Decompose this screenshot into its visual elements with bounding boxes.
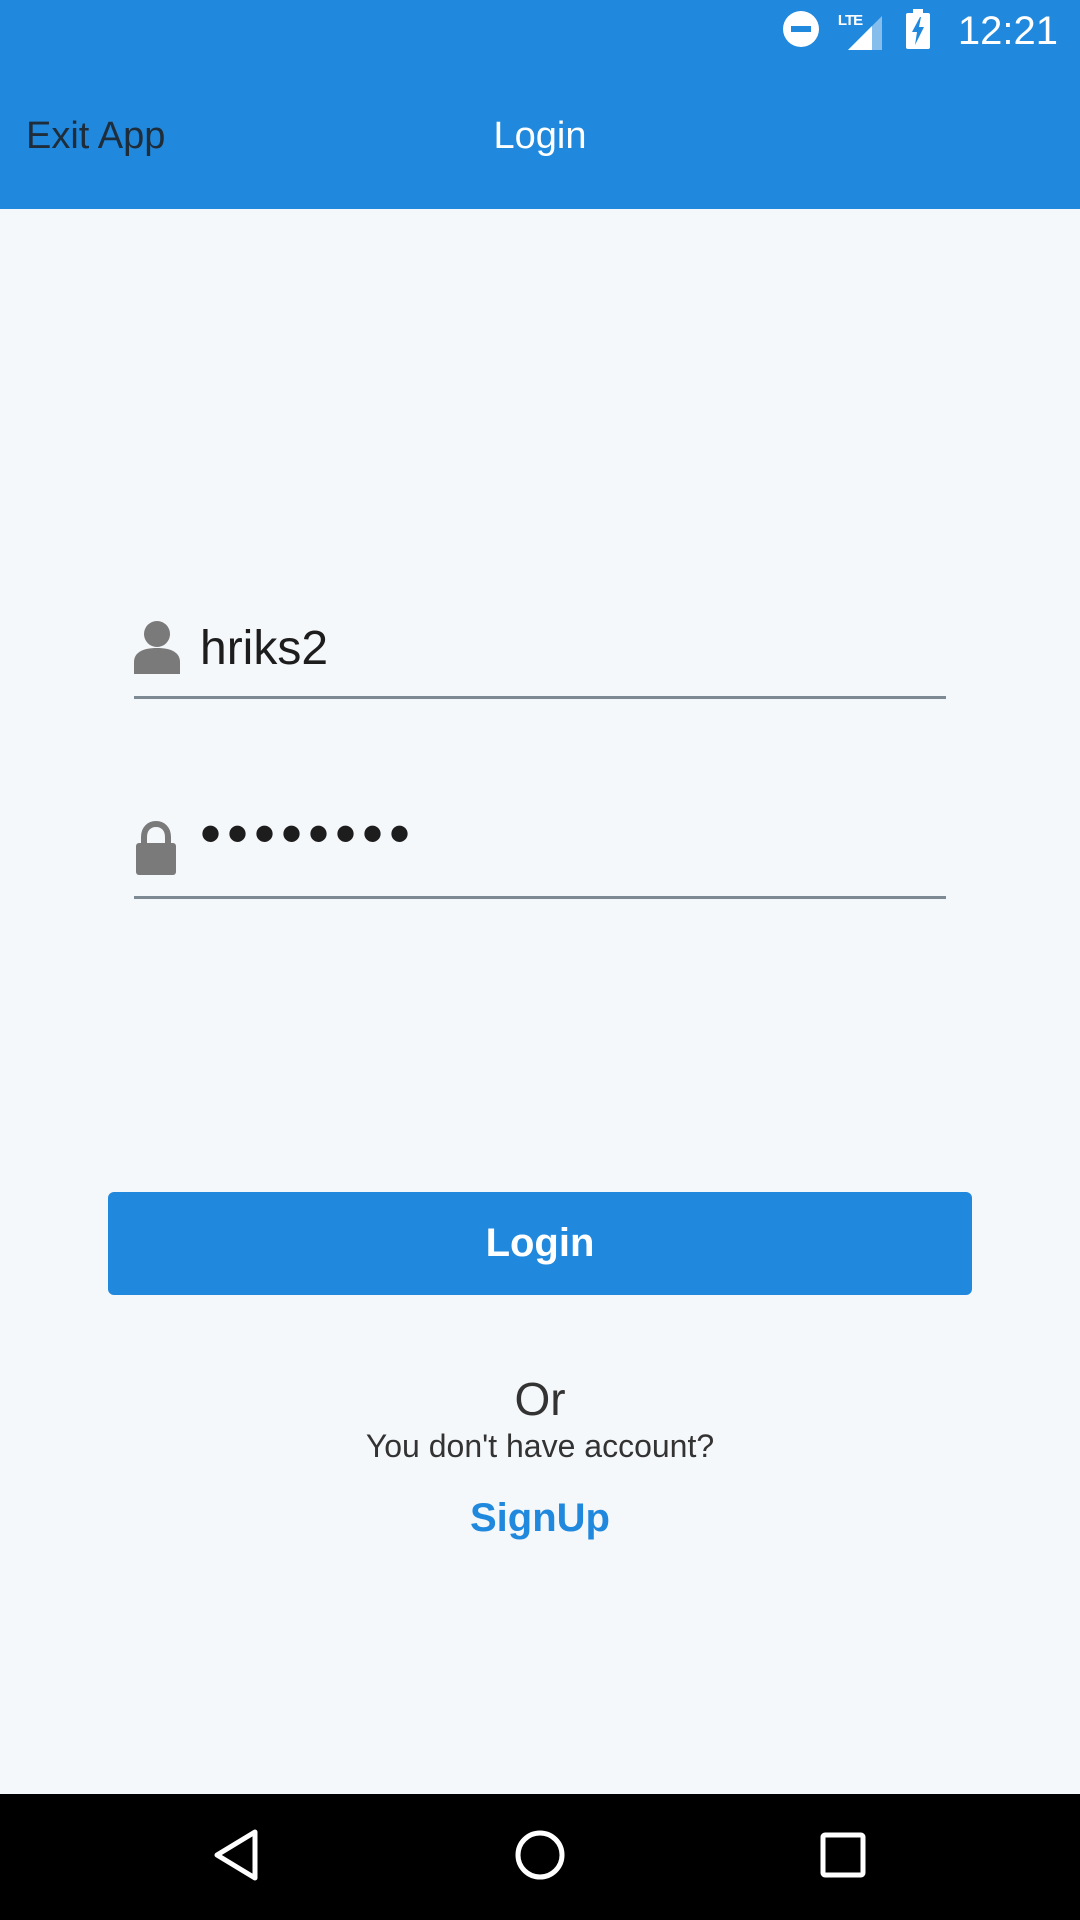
status-bar: LTE 12:21 — [0, 0, 1080, 63]
back-icon — [211, 1828, 261, 1887]
user-icon — [134, 600, 180, 696]
home-icon — [513, 1828, 567, 1887]
signup-link[interactable]: SignUp — [440, 1496, 640, 1541]
or-divider-text: Or — [514, 1373, 566, 1425]
username-input[interactable] — [200, 600, 940, 696]
password-field[interactable]: •••••••• — [134, 800, 946, 899]
navigation-bar — [0, 1794, 1080, 1920]
status-time: 12:21 — [957, 9, 1058, 53]
password-input[interactable]: •••••••• — [200, 800, 416, 868]
toolbar: Login Exit App — [0, 63, 1080, 209]
signal-icon: LTE — [838, 12, 888, 52]
username-field[interactable] — [134, 600, 946, 699]
exit-app-button[interactable]: Exit App — [26, 63, 165, 209]
recents-icon — [818, 1830, 868, 1885]
no-account-text: You don't have account? — [365, 1428, 715, 1464]
lock-icon — [134, 800, 180, 896]
do-not-disturb-icon — [782, 10, 820, 53]
back-button[interactable] — [176, 1794, 296, 1920]
recents-button[interactable] — [783, 1794, 903, 1920]
status-icons: LTE 12:21 — [782, 0, 1058, 63]
login-button[interactable]: Login — [108, 1192, 972, 1295]
battery-charging-icon — [905, 9, 930, 54]
home-button[interactable] — [480, 1794, 600, 1920]
